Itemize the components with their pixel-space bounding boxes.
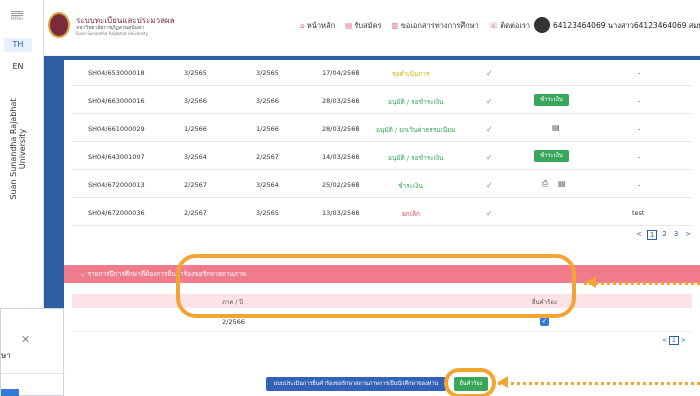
evaluation-button[interactable]: แบบประเมินการยื่นคำร้องขอรักษาสถานภาพการ… bbox=[266, 377, 446, 391]
table-row: SH04/672000013 2/2567 3/2564 25/02/2568 … bbox=[72, 172, 692, 198]
table-row: SH04/663000016 3/2566 3/2566 28/03/2568 … bbox=[72, 88, 692, 114]
user-name[interactable]: 64123464069 นางสาว64123464069 สมบดี bbox=[553, 20, 700, 32]
pay-button[interactable]: ชำระเงิน bbox=[534, 150, 569, 162]
check-icon: ✓ bbox=[486, 69, 493, 78]
phone-icon: ☏ bbox=[488, 21, 499, 30]
print-icon[interactable]: ⎙ bbox=[542, 179, 548, 189]
submit-checkbox[interactable]: ✓ bbox=[540, 317, 549, 326]
table-row: SH04/643001007 3/2564 2/2567 14/03/2568 … bbox=[72, 144, 692, 170]
top-nav: ⌂ หน้าหลัก ▤ รับสมัคร ▥ ขอเอกสารทางการศึกษา… bbox=[300, 20, 530, 32]
document-icon[interactable]: ▤ bbox=[558, 179, 566, 188]
highlight-dotted-line bbox=[584, 282, 700, 285]
table-row: SH04/672000036 2/2567 3/2565 13/03/2568 … bbox=[72, 200, 692, 226]
term-pagination: < 1 > bbox=[662, 336, 686, 345]
user-avatar[interactable] bbox=[534, 17, 550, 33]
table-row: SH04/653000018 3/2565 3/2565 17/04/2568 … bbox=[72, 60, 692, 86]
check-icon: ✓ bbox=[486, 97, 493, 106]
check-icon: ✓ bbox=[486, 153, 493, 162]
lang-en-button[interactable]: EN bbox=[4, 60, 32, 74]
nav-admission[interactable]: ▤ รับสมัคร bbox=[345, 20, 381, 32]
pager-page-1[interactable]: 1 bbox=[668, 336, 679, 345]
modal-button[interactable] bbox=[1, 389, 19, 396]
pager-page-3[interactable]: 3 bbox=[672, 230, 680, 240]
nav-documents[interactable]: ▥ ขอเอกสารทางการศึกษา bbox=[392, 20, 479, 32]
pager-page-2[interactable]: 2 bbox=[660, 230, 668, 240]
highlight-ellipse-table bbox=[176, 254, 576, 318]
system-subtitle-en: Suan Sunandha Rajabhat University bbox=[76, 31, 148, 36]
status-badge: อนุมัติ / ยกเว้นค่าธรรมเนียม bbox=[376, 126, 456, 134]
table-row: SH04/661000029 1/2566 1/2566 28/03/2568 … bbox=[72, 116, 692, 142]
highlight-dotted-line bbox=[498, 382, 700, 385]
highlight-arrow bbox=[586, 276, 596, 288]
main-content: SH04/653000018 3/2565 3/2565 17/04/2568 … bbox=[64, 60, 700, 396]
highlight-arrow bbox=[498, 376, 508, 388]
document-icon: ▥ bbox=[391, 21, 399, 30]
check-icon: ✓ bbox=[486, 125, 493, 134]
menu-button[interactable]: MENU bbox=[6, 10, 28, 28]
close-icon[interactable]: ✕ bbox=[21, 333, 30, 346]
chevron-down-icon: ⌄ bbox=[80, 270, 88, 278]
modal-divider bbox=[1, 373, 65, 374]
menu-label: MENU bbox=[11, 16, 23, 21]
pay-button[interactable]: ชำระเงิน bbox=[534, 94, 569, 106]
status-badge: ชำระเงิน bbox=[398, 182, 423, 190]
pager-next[interactable]: > bbox=[683, 230, 693, 240]
pager-page-1[interactable]: 1 bbox=[646, 230, 658, 240]
modal-text: ษา bbox=[1, 351, 11, 360]
pager-next[interactable]: > bbox=[681, 337, 686, 344]
form-icon: ▤ bbox=[345, 21, 353, 30]
university-vertical-label: Suan Sunandha Rajabhat University bbox=[9, 98, 27, 200]
home-icon: ⌂ bbox=[300, 21, 305, 30]
highlight-ellipse-button bbox=[444, 368, 496, 396]
status-badge: อนุมัติ / รอชำระเงิน bbox=[388, 98, 444, 106]
status-badge: รอดำเนินการ bbox=[392, 70, 430, 78]
modal-dialog: ✕ ษา bbox=[0, 308, 65, 396]
check-icon: ✓ bbox=[486, 181, 493, 190]
header: ระบบทะเบียนและประมวลผล มหาวิทยาลัยราชภัฏ… bbox=[44, 0, 700, 56]
pager-prev[interactable]: < bbox=[662, 337, 667, 344]
university-logo bbox=[48, 12, 70, 38]
pager-prev[interactable]: < bbox=[634, 230, 644, 240]
status-badge: อนุมัติ / รอชำระเงิน bbox=[388, 154, 444, 162]
nav-contact[interactable]: ☏ ติดต่อเรา bbox=[489, 20, 530, 32]
table-pagination: < 1 2 3 > bbox=[634, 230, 693, 240]
lang-th-button[interactable]: TH bbox=[4, 38, 32, 52]
check-icon: ✓ bbox=[486, 209, 493, 218]
document-icon[interactable]: ▤ bbox=[552, 123, 560, 132]
status-badge: ยกเลิก bbox=[402, 210, 420, 218]
nav-home[interactable]: ⌂ หน้าหลัก bbox=[300, 20, 335, 32]
term-value: 2/2566 bbox=[222, 318, 245, 326]
